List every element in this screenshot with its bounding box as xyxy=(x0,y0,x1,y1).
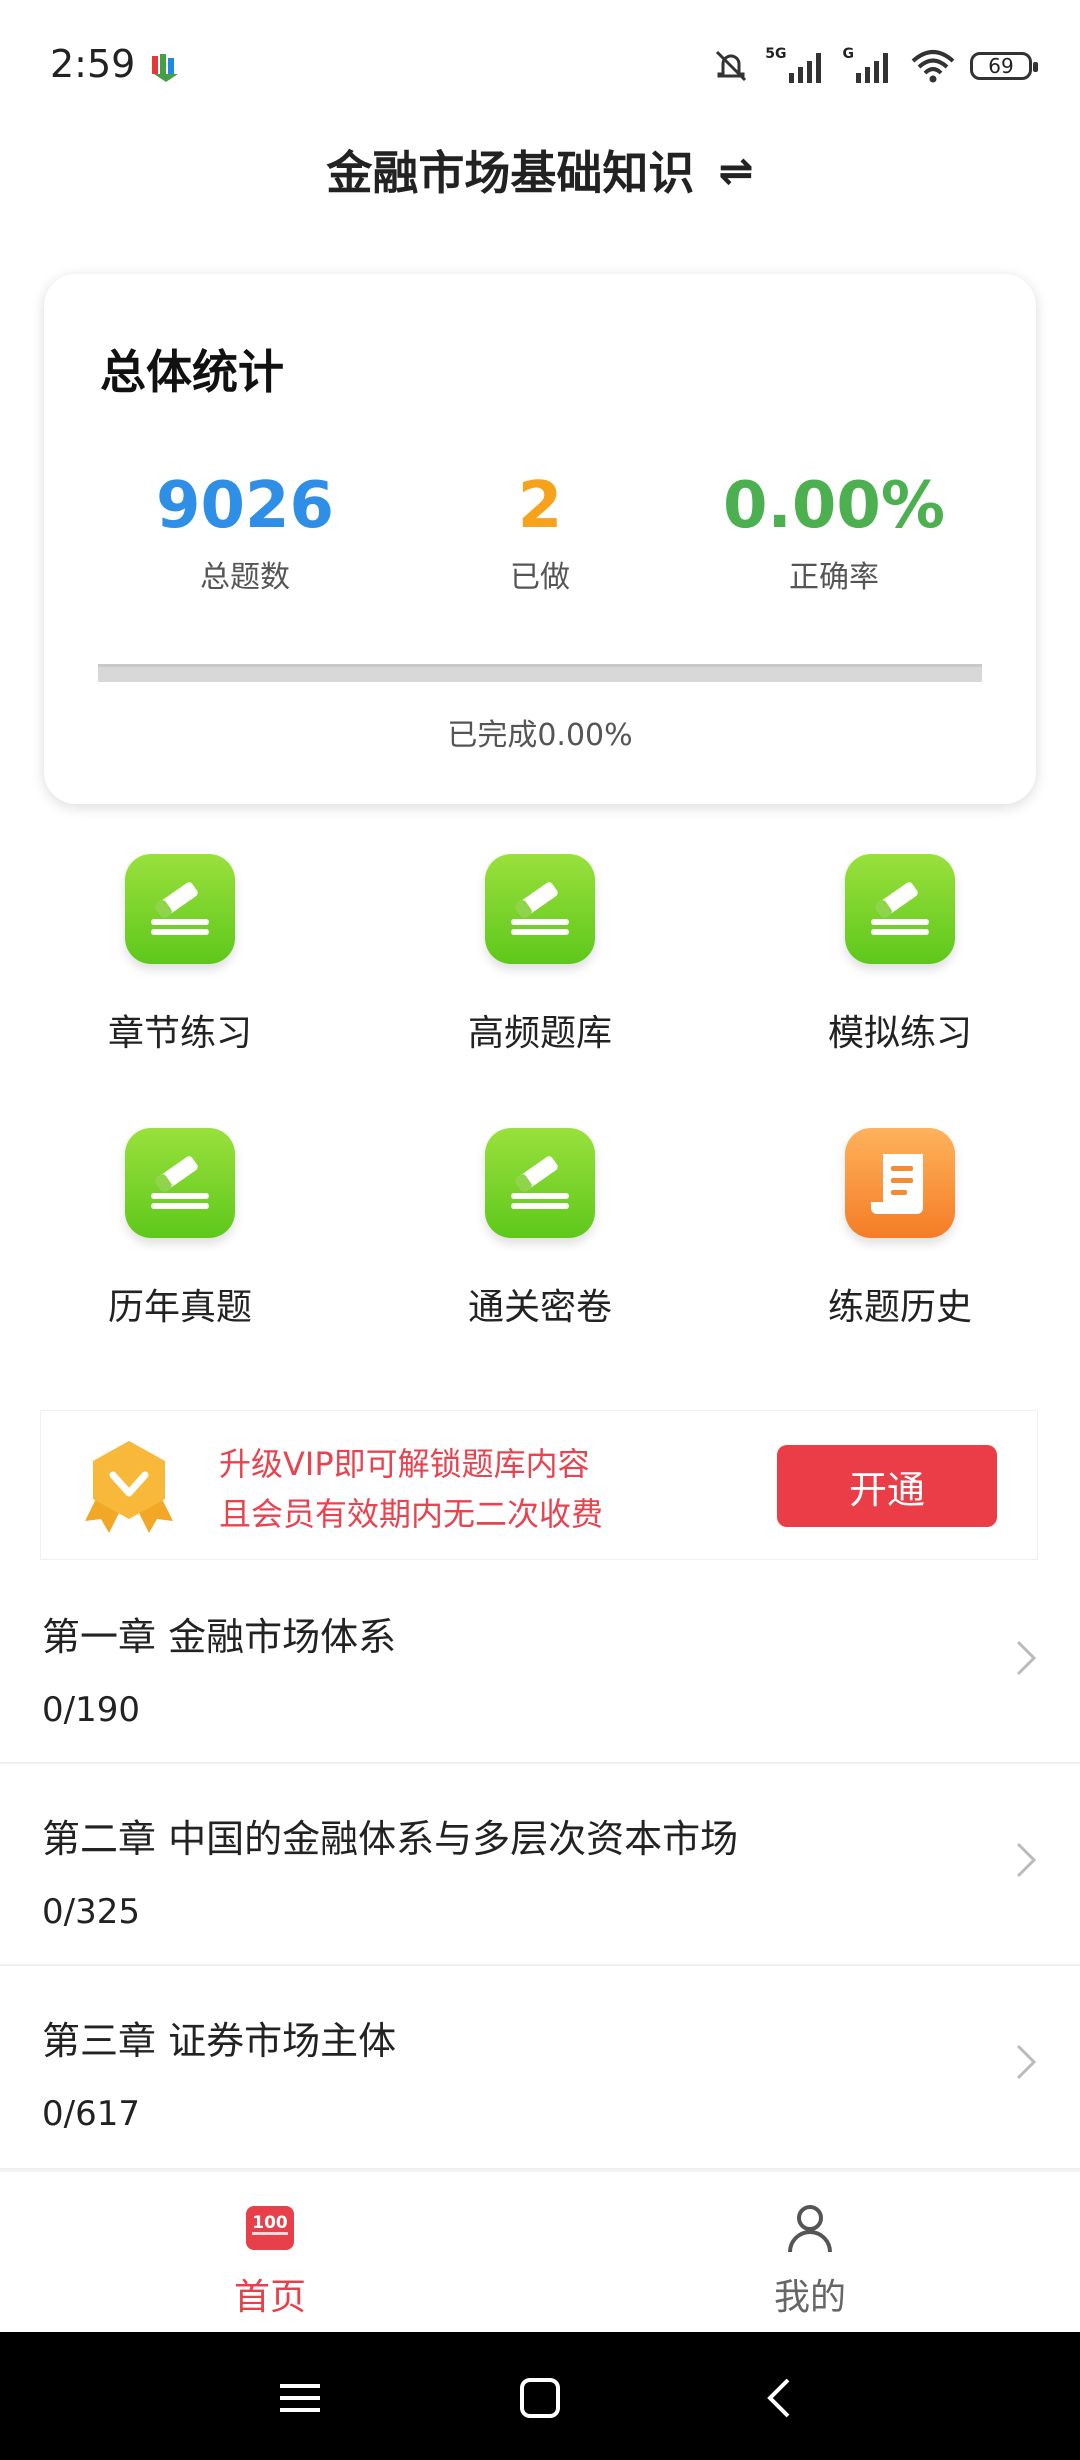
page-title: 金融市场基础知识 xyxy=(326,146,695,200)
chapter-title: 第一章 金融市场体系 xyxy=(42,1615,397,1659)
chapter-list-item[interactable]: 第一章 金融市场体系 0/190 xyxy=(0,1562,1080,1764)
vip-promo-text: 升级VIP即可解锁题库内容 且会员有效期内无二次收费 xyxy=(219,1439,603,1539)
feature-chapter-practice[interactable]: 章节练习 xyxy=(30,854,330,1056)
edit-icon xyxy=(485,854,595,964)
nav-tab-home[interactable]: 100 首页 xyxy=(160,2202,380,2320)
chevron-right-icon xyxy=(1016,1842,1037,1878)
vip-line-1: 升级VIP即可解锁题库内容 xyxy=(219,1445,590,1483)
header: 金融市场基础知识 ⇌ xyxy=(0,130,1080,210)
back-icon[interactable] xyxy=(758,2376,802,2420)
battery-level: 69 xyxy=(988,54,1014,78)
app-notification-icon xyxy=(152,54,178,82)
chapter-progress: 0/190 xyxy=(42,1690,140,1730)
signal-2-label: G xyxy=(842,46,855,62)
status-icons: 5G G 69 xyxy=(711,44,1038,88)
stat-done: 2 已做 xyxy=(390,470,690,596)
nav-tab-mine[interactable]: 我的 xyxy=(700,2202,920,2320)
feature-label: 模拟练习 xyxy=(827,1013,972,1054)
chapter-list-item[interactable]: 第三章 证券市场主体 0/617 xyxy=(0,1966,1080,2170)
chapter-progress: 0/617 xyxy=(42,2094,140,2134)
scroll-icon xyxy=(845,1128,955,1238)
bottom-navigation: 100 首页 我的 xyxy=(0,2170,1080,2334)
nav-label-mine: 我的 xyxy=(773,2277,846,2318)
nav-label-home: 首页 xyxy=(233,2277,306,2318)
vip-line-2: 且会员有效期内无二次收费 xyxy=(219,1495,604,1533)
activate-vip-button[interactable]: 开通 xyxy=(777,1445,997,1527)
feature-high-frequency[interactable]: 高频题库 xyxy=(390,854,690,1056)
completion-progress-bar xyxy=(98,664,982,682)
feature-label: 通关密卷 xyxy=(467,1287,612,1328)
stats-title: 总体统计 xyxy=(100,345,284,399)
feature-mock-practice[interactable]: 模拟练习 xyxy=(750,854,1050,1056)
feature-practice-history[interactable]: 练题历史 xyxy=(750,1128,1050,1330)
feature-label: 章节练习 xyxy=(107,1013,252,1054)
feature-secret-papers[interactable]: 通关密卷 xyxy=(390,1128,690,1330)
chapter-title: 第三章 证券市场主体 xyxy=(42,2019,397,2063)
vip-badge-icon xyxy=(85,1441,173,1533)
home-100-icon: 100 xyxy=(246,2206,294,2250)
switch-subject-icon[interactable]: ⇌ xyxy=(718,146,753,195)
stat-total-questions: 9026 总题数 xyxy=(95,470,395,596)
feature-label: 历年真题 xyxy=(107,1287,252,1328)
nav-badge-text: 100 xyxy=(252,2213,288,2233)
edit-icon xyxy=(125,854,235,964)
stat-accuracy: 0.00% 正确率 xyxy=(684,470,984,596)
chevron-right-icon xyxy=(1016,1640,1037,1676)
system-navigation-bar xyxy=(0,2332,1080,2460)
stat-total-value: 9026 xyxy=(155,469,335,543)
menu-icon[interactable] xyxy=(278,2376,322,2420)
status-time: 2:59 xyxy=(50,42,136,86)
signal-2-icon xyxy=(856,53,888,83)
stat-accuracy-value: 0.00% xyxy=(722,469,946,543)
battery-icon: 69 xyxy=(970,52,1038,80)
chapter-title: 第二章 中国的金融体系与多层次资本市场 xyxy=(42,1817,739,1861)
person-icon xyxy=(788,2205,832,2253)
edit-icon xyxy=(125,1128,235,1238)
overall-stats-card: 总体统计 9026 总题数 2 已做 0.00% 正确率 已完成0.00% xyxy=(44,274,1036,804)
completion-text: 已完成0.00% xyxy=(447,718,633,753)
feature-label: 练题历史 xyxy=(827,1287,972,1328)
home-square-icon[interactable] xyxy=(518,2376,562,2420)
feature-label: 高频题库 xyxy=(467,1013,612,1054)
stat-accuracy-label: 正确率 xyxy=(789,560,879,595)
stat-done-label: 已做 xyxy=(510,560,570,595)
chapter-list-item[interactable]: 第二章 中国的金融体系与多层次资本市场 0/325 xyxy=(0,1764,1080,1966)
status-bar: 2:59 5G G 69 xyxy=(0,0,1080,130)
mute-icon xyxy=(716,50,747,82)
vip-banner: 升级VIP即可解锁题库内容 且会员有效期内无二次收费 开通 xyxy=(40,1410,1038,1560)
stat-done-value: 2 xyxy=(517,469,563,543)
signal-1-icon xyxy=(788,53,821,83)
edit-icon xyxy=(845,854,955,964)
stat-total-label: 总题数 xyxy=(200,560,290,595)
wifi-icon xyxy=(911,50,955,83)
signal-1-label: 5G xyxy=(765,46,787,62)
edit-icon xyxy=(485,1128,595,1238)
chevron-right-icon xyxy=(1016,2044,1037,2080)
feature-past-exams[interactable]: 历年真题 xyxy=(30,1128,330,1330)
chapter-progress: 0/325 xyxy=(42,1892,140,1932)
